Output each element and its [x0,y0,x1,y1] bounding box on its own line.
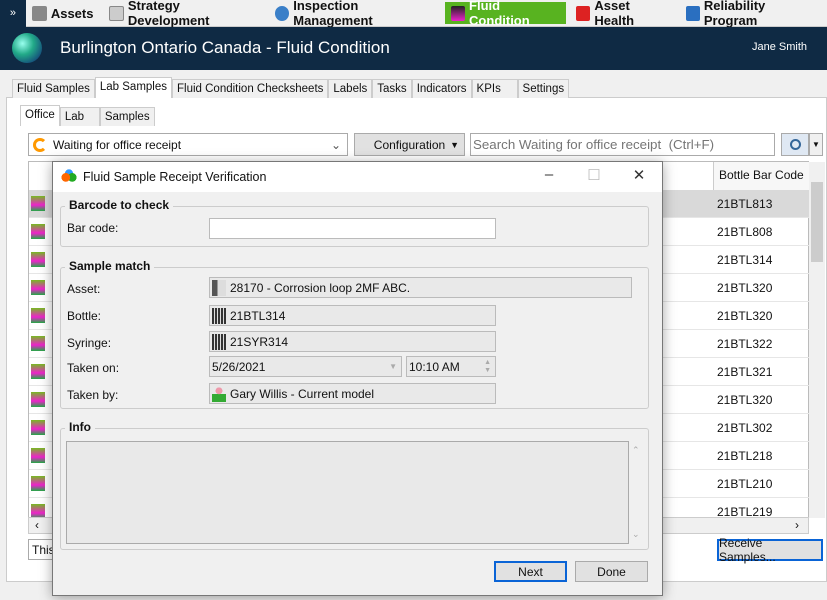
spinner-icon: ▲ ▼ [484,358,491,374]
tab-tasks[interactable]: Tasks [372,79,412,98]
bottle-bar-code-cell: 21BTL322 [717,337,773,351]
bottle-field: 21BTL314 [209,305,496,326]
fluid-sample-icon [61,169,77,183]
bottle-bar-code-cell: 21BTL808 [717,225,773,239]
nav-fluid-condition[interactable]: Fluid Condition [444,0,567,28]
lab-sample-icon [31,196,45,211]
bottle-bar-code-cell: 21BTL320 [717,393,773,407]
dialog-title: Fluid Sample Receipt Verification [83,170,267,184]
configuration-button[interactable]: Configuration ▼ [354,133,465,156]
nav-assets[interactable]: Assets [26,2,100,24]
info-group: Info ⌃ ⌄ [60,420,649,550]
bottle-bar-code-cell: 21BTL320 [717,309,773,323]
tab-labels[interactable]: Labels [328,79,373,98]
nav-asset-health[interactable]: Asset Health [570,0,675,28]
person-icon [212,385,226,402]
tab-lab[interactable]: Lab [59,107,100,126]
tab-office[interactable]: Office [20,105,60,126]
column-header-bottle-bar-code[interactable]: Bottle Bar Code [713,162,809,190]
barcode-icon [212,307,226,324]
tab-settings[interactable]: Settings [517,79,570,98]
maximize-button[interactable]: ☐ [579,166,609,188]
tab-fluid-samples[interactable]: Fluid Samples [12,79,95,98]
document-icon [109,5,124,21]
done-button[interactable]: Done [575,561,648,582]
app-header: Burlington Ontario Canada - Fluid Condit… [0,27,827,70]
page-title: Burlington Ontario Canada - Fluid Condit… [60,38,390,57]
taken-by-field: Gary Willis - Current model [209,383,496,404]
barcode-input[interactable] [209,218,496,239]
lab-sample-icon [31,308,45,323]
bottle-bar-code-cell: 21BTL314 [717,253,773,267]
asset-field: 28170 - Corrosion loop 2MF ABC. [209,277,632,298]
receive-samples-button[interactable]: Receive Samples... [717,536,823,564]
lab-sample-icon [31,420,45,435]
collapse-nav-button[interactable]: » [0,0,26,27]
lab-sample-icon [31,224,45,239]
bottle-bar-code-cell: 21BTL320 [717,281,773,295]
dropdown-arrow-icon: ▼ [389,362,397,371]
bottle-bar-code-cell: 21BTL813 [717,197,773,211]
search-icon [789,139,801,150]
nav-strategy-development[interactable]: Strategy Development [103,0,264,28]
globe-icon [12,33,42,63]
user-name[interactable]: Jane Smith [752,41,807,53]
dialog-titlebar: Fluid Sample Receipt Verification – ☐ ✕ [53,162,662,192]
nav-reliability-program[interactable]: Reliability Program [680,0,823,28]
lab-sample-icon [31,476,45,491]
pipe-icon [212,279,226,296]
gears-icon [31,5,47,21]
syringe-field: 21SYR314 [209,331,496,352]
tab-indicators[interactable]: Indicators [411,79,472,98]
time-field: 10:10 AM ▲ ▼ [406,356,496,377]
lab-sample-icon [31,336,45,351]
folder-icon [685,5,700,21]
search-input[interactable] [470,133,775,156]
gauge-icon [274,5,290,21]
bottle-bar-code-cell: 21BTL218 [717,449,773,463]
bottle-bar-code-cell: 21BTL302 [717,421,773,435]
info-text [66,441,629,544]
main-tabs: Fluid Samples Lab Samples Fluid Conditio… [12,77,570,98]
refresh-icon [33,137,47,152]
next-button[interactable]: Next [494,561,567,582]
receipt-verification-dialog: Fluid Sample Receipt Verification – ☐ ✕ … [52,161,663,596]
sub-tabs: Office Lab Samples [20,105,155,126]
tab-samples[interactable]: Samples [99,107,155,126]
search-options-button[interactable]: ▼ [809,133,823,156]
bottle-bar-code-cell: 21BTL210 [717,477,773,491]
barcode-group: Barcode to check Bar code: [60,198,649,247]
lab-sample-icon [31,252,45,267]
date-field: 5/26/2021 ▼ [209,356,402,377]
dropdown-arrow-icon: ▼ [450,139,459,150]
minimize-button[interactable]: – [534,166,564,188]
close-button[interactable]: ✕ [624,166,654,188]
flask-icon [450,5,466,21]
medical-kit-icon [576,5,591,21]
lab-sample-icon [31,392,45,407]
view-select[interactable]: Waiting for office receipt ⌄ [28,133,348,156]
tab-checksheets[interactable]: Fluid Condition Checksheets [172,79,329,98]
search-button[interactable] [781,133,809,156]
vertical-scrollbar[interactable] [809,162,825,518]
module-nav: » Assets Strategy Development Inspection… [0,0,827,28]
tab-lab-samples[interactable]: Lab Samples [94,77,172,98]
tab-kpis[interactable]: KPIs [471,79,518,98]
barcode-icon [212,333,226,350]
bottle-bar-code-cell: 21BTL321 [717,365,773,379]
lab-sample-icon [31,280,45,295]
chevron-down-icon: ⌄ [330,137,341,152]
lab-sample-icon [31,364,45,379]
lab-sample-icon [31,448,45,463]
nav-inspection-management[interactable]: Inspection Management [269,0,441,28]
info-scrollbar[interactable]: ⌃ ⌄ [629,441,645,544]
sample-match-group: Sample match Asset: 28170 - Corrosion lo… [60,259,649,409]
